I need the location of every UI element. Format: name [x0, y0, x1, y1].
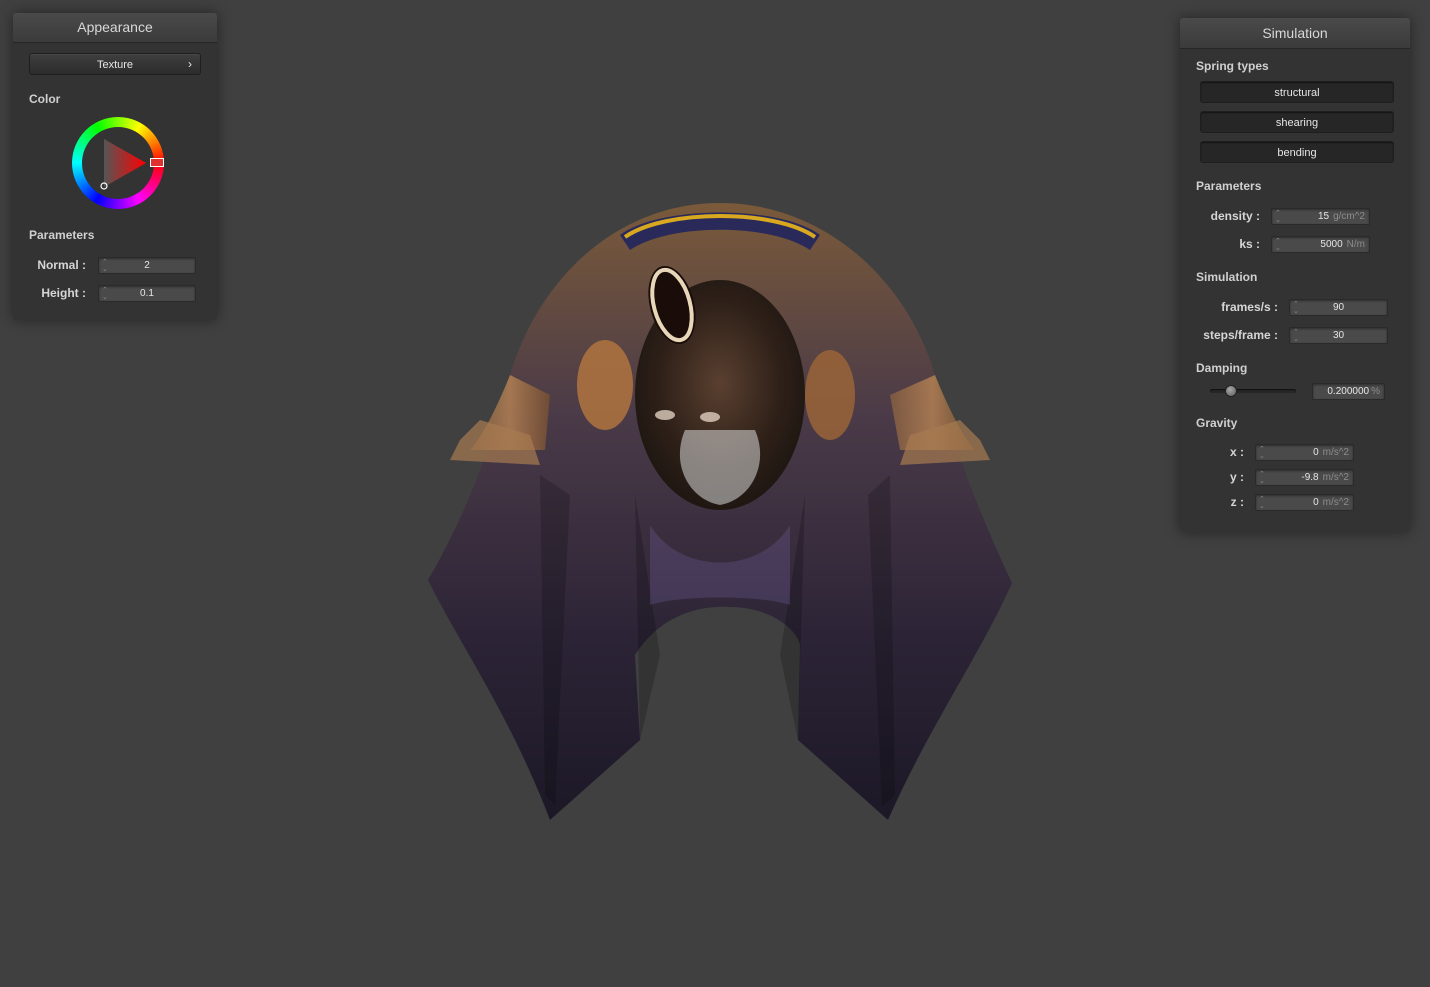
- gravity-x-input[interactable]: ⌃ ⌄ 0 m/s^2: [1255, 444, 1354, 461]
- spinner-icon[interactable]: ⌃ ⌄: [1259, 445, 1267, 460]
- gravity-y-input[interactable]: ⌃ ⌄ -9.8 m/s^2: [1255, 469, 1354, 486]
- frames-per-second-label: frames/s :: [1221, 300, 1278, 314]
- gravity-x-label: x :: [1229, 445, 1244, 459]
- gravity-z-unit: m/s^2: [1322, 497, 1349, 508]
- height-label: Height :: [41, 286, 86, 300]
- density-label: density :: [1210, 209, 1260, 223]
- bending-button[interactable]: bending: [1200, 141, 1394, 163]
- normal-label: Normal :: [37, 258, 86, 272]
- simulation-panel: Simulation Spring types structural shear…: [1180, 18, 1410, 532]
- gravity-x-unit: m/s^2: [1322, 447, 1349, 458]
- normal-input[interactable]: ⌃ ⌄ 2: [98, 257, 196, 274]
- shearing-button[interactable]: shearing: [1200, 111, 1394, 133]
- height-input[interactable]: ⌃ ⌄ 0.1: [98, 285, 196, 302]
- hue-marker[interactable]: [150, 158, 164, 167]
- appearance-panel-title[interactable]: Appearance: [13, 13, 217, 43]
- gravity-y-unit: m/s^2: [1322, 472, 1349, 483]
- simulation-panel-title[interactable]: Simulation: [1180, 18, 1410, 49]
- structural-button[interactable]: structural: [1200, 81, 1394, 103]
- texture-button-label: Texture: [96, 59, 134, 71]
- density-unit: g/cm^2: [1333, 211, 1365, 222]
- damping-slider-handle[interactable]: [1225, 385, 1238, 397]
- gravity-z-input[interactable]: ⌃ ⌄ 0 m/s^2: [1255, 494, 1354, 511]
- spinner-icon[interactable]: ⌃ ⌄: [1275, 237, 1283, 252]
- ks-label: ks :: [1239, 237, 1260, 251]
- color-wheel[interactable]: [72, 117, 164, 209]
- gravity-y-label: y :: [1229, 470, 1244, 484]
- ks-input[interactable]: ⌃ ⌄ 5000 N/m: [1271, 236, 1370, 253]
- gravity-z-value: 0: [1313, 497, 1319, 508]
- normal-value: 2: [144, 260, 150, 271]
- density-value: 15: [1317, 211, 1330, 222]
- gravity-z-label: z :: [1230, 495, 1244, 509]
- spring-types-label: Spring types: [1196, 59, 1269, 73]
- spinner-icon[interactable]: ⌃ ⌄: [1259, 495, 1267, 510]
- steps-per-frame-input[interactable]: ⌃ ⌄ 30: [1289, 327, 1388, 344]
- cloth-mesh-viewport[interactable]: [420, 195, 1020, 825]
- height-value: 0.1: [140, 288, 154, 299]
- damping-unit: %: [1371, 386, 1380, 397]
- appearance-panel: Appearance Texture › Color Parameters No…: [13, 13, 217, 320]
- draped-cloth-render: [428, 203, 1012, 820]
- damping-value: 0.200000: [1327, 386, 1370, 397]
- spinner-icon[interactable]: ⌃ ⌄: [1259, 470, 1267, 485]
- damping-label: Damping: [1196, 361, 1248, 375]
- simulation-parameters-label: Parameters: [1196, 179, 1262, 193]
- texture-button[interactable]: Texture ›: [29, 53, 201, 75]
- frames-per-second-value: 90: [1332, 302, 1345, 313]
- appearance-parameters-label: Parameters: [29, 228, 95, 242]
- ks-unit: N/m: [1346, 239, 1365, 250]
- steps-per-frame-label: steps/frame :: [1203, 328, 1278, 342]
- frames-per-second-input[interactable]: ⌃ ⌄ 90: [1289, 299, 1388, 316]
- damping-input[interactable]: 0.200000%: [1312, 383, 1385, 400]
- spinner-icon[interactable]: ⌃ ⌄: [1275, 209, 1283, 224]
- color-section-label: Color: [29, 92, 61, 106]
- gravity-x-value: 0: [1313, 447, 1319, 458]
- steps-per-frame-value: 30: [1332, 330, 1345, 341]
- ks-value: 5000: [1320, 239, 1343, 250]
- density-input[interactable]: ⌃ ⌄ 15 g/cm^2: [1271, 208, 1370, 225]
- chevron-right-icon: ›: [188, 57, 192, 71]
- damping-slider[interactable]: [1210, 385, 1296, 397]
- simulation-section-label: Simulation: [1196, 270, 1258, 284]
- gravity-y-value: -9.8: [1301, 472, 1319, 483]
- gravity-label: Gravity: [1196, 416, 1238, 430]
